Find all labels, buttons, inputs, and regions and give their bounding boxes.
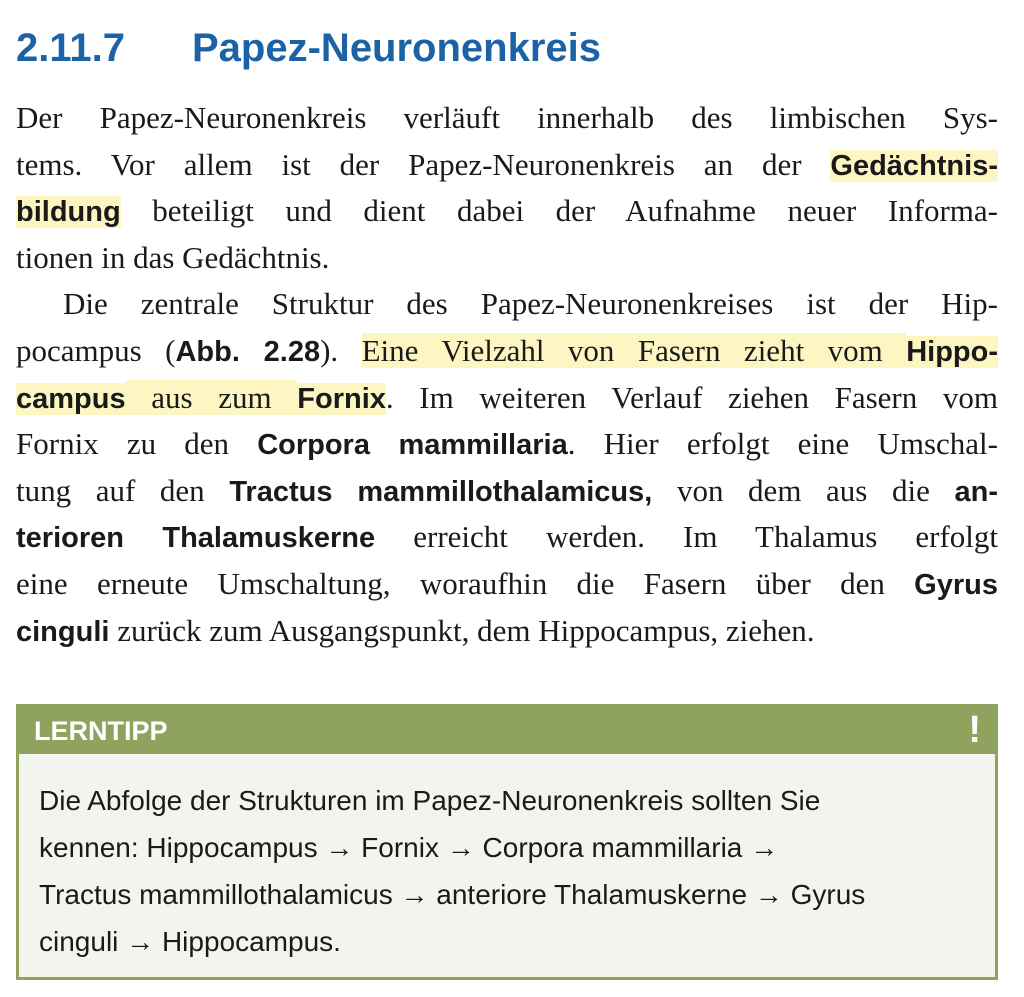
lerntipp-line: Die Abfolge der Strukturen im Papez-Neur… — [39, 785, 821, 816]
lerntipp-title: LERNTIPP — [34, 716, 168, 746]
text-run: Der Papez-Neuronenkreis verläuft innerha… — [16, 100, 998, 135]
bold-term: Fornix — [297, 382, 386, 415]
lerntipp-line: Tractus mammillothalamicus → anteriore T… — [39, 879, 866, 910]
text-run: ). — [320, 332, 362, 368]
text-run: . Hier erfolgt eine Umschal- — [567, 426, 998, 462]
text-line: campus aus zum Fornix. Im weiteren Verla… — [16, 375, 998, 422]
body-text: Der Papez-Neuronenkreis verläuft innerha… — [16, 95, 998, 654]
bold-term: Gedächtnis- — [830, 149, 998, 182]
section-title: Papez-Neuronenkreis — [192, 26, 602, 70]
bold-term: Hippo- — [906, 335, 998, 368]
highlighted-text: Eine Vielzahl von Fasern zieht vom — [361, 332, 907, 368]
highlighted-text: aus zum — [125, 379, 298, 415]
bold-term: Corpora mammillaria — [257, 429, 568, 462]
lerntipp-body: Die Abfolge der Strukturen im Papez-Neur… — [39, 777, 865, 965]
paragraph-2: Die zentrale Struktur des Papez-Neuronen… — [16, 281, 998, 654]
text-line: Die zentrale Struktur des Papez-Neuronen… — [16, 281, 998, 328]
bold-term: campus — [16, 382, 126, 415]
lerntipp-line: kennen: Hippocampus → Fornix → Corpora m… — [39, 832, 779, 863]
text-line: pocampus (Abb. 2.28). Eine Vielzahl von … — [16, 328, 998, 375]
text-line: Der Papez-Neuronenkreis verläuft innerha… — [16, 95, 998, 142]
document-page: 2.11.7 Papez-Neuronenkreis Der Papez-Neur… — [16, 22, 998, 654]
text-line: tionen in das Gedächtnis. — [16, 235, 998, 282]
text-line: Fornix zu den Corpora mammillaria. Hier … — [16, 421, 998, 468]
lerntipp-box: LERNTIPP ! Die Abfolge der Strukturen im… — [16, 704, 998, 980]
text-run: erreicht werden. Im Thalamus erfolgt — [375, 519, 998, 555]
text-run: beteiligt und dient dabei der Aufnahme n… — [120, 193, 998, 229]
text-run: tung auf den — [16, 472, 230, 508]
text-run: . Im weiteren Verlauf ziehen Fasern vom — [385, 379, 999, 415]
paragraph-1: Der Papez-Neuronenkreis verläuft innerha… — [16, 95, 998, 281]
section-heading: 2.11.7 Papez-Neuronenkreis — [16, 22, 998, 80]
text-line: tems. Vor allem ist der Papez-Neuronenkr… — [16, 142, 998, 189]
bold-term: Gyrus — [914, 568, 998, 601]
text-run: pocampus ( — [16, 332, 176, 368]
text-run: eine erneute Umschaltung, woraufhin die … — [16, 565, 915, 601]
text-line: bildung beteiligt und dient dabei der Au… — [16, 188, 998, 235]
bold-term: Tractus mammillothalamicus, — [229, 475, 653, 508]
bold-term: an- — [954, 475, 998, 508]
text-line: eine erneute Umschaltung, woraufhin die … — [16, 561, 998, 608]
text-run: Fornix zu den — [16, 426, 258, 462]
text-run: tems. Vor allem ist der Papez-Neuronenkr… — [16, 146, 831, 182]
section-number: 2.11.7 — [16, 26, 126, 70]
text-line: terioren Thalamuskerne erreicht werden. … — [16, 514, 998, 561]
text-run: von dem aus die — [652, 472, 955, 508]
bold-term: Abb. 2.28 — [175, 335, 321, 368]
bold-term: cinguli — [16, 615, 110, 648]
text-run: Die zentrale Struktur des Papez-Neuronen… — [63, 286, 998, 322]
bold-term: bildung — [16, 196, 121, 229]
text-run: zurück zum Ausgangspunkt, dem Hippocampu… — [109, 612, 815, 648]
exclamation-icon: ! — [968, 709, 981, 751]
bold-term: terioren Thalamuskerne — [16, 522, 376, 555]
lerntipp-header: LERNTIPP ! — [19, 707, 995, 754]
text-run: tionen in das Gedächtnis. — [16, 239, 330, 275]
text-line: tung auf den Tractus mammillothalamicus,… — [16, 468, 998, 515]
text-line: cinguli zurück zum Ausgangspunkt, dem Hi… — [16, 608, 998, 655]
lerntipp-line: cinguli → Hippocampus. — [39, 926, 341, 957]
